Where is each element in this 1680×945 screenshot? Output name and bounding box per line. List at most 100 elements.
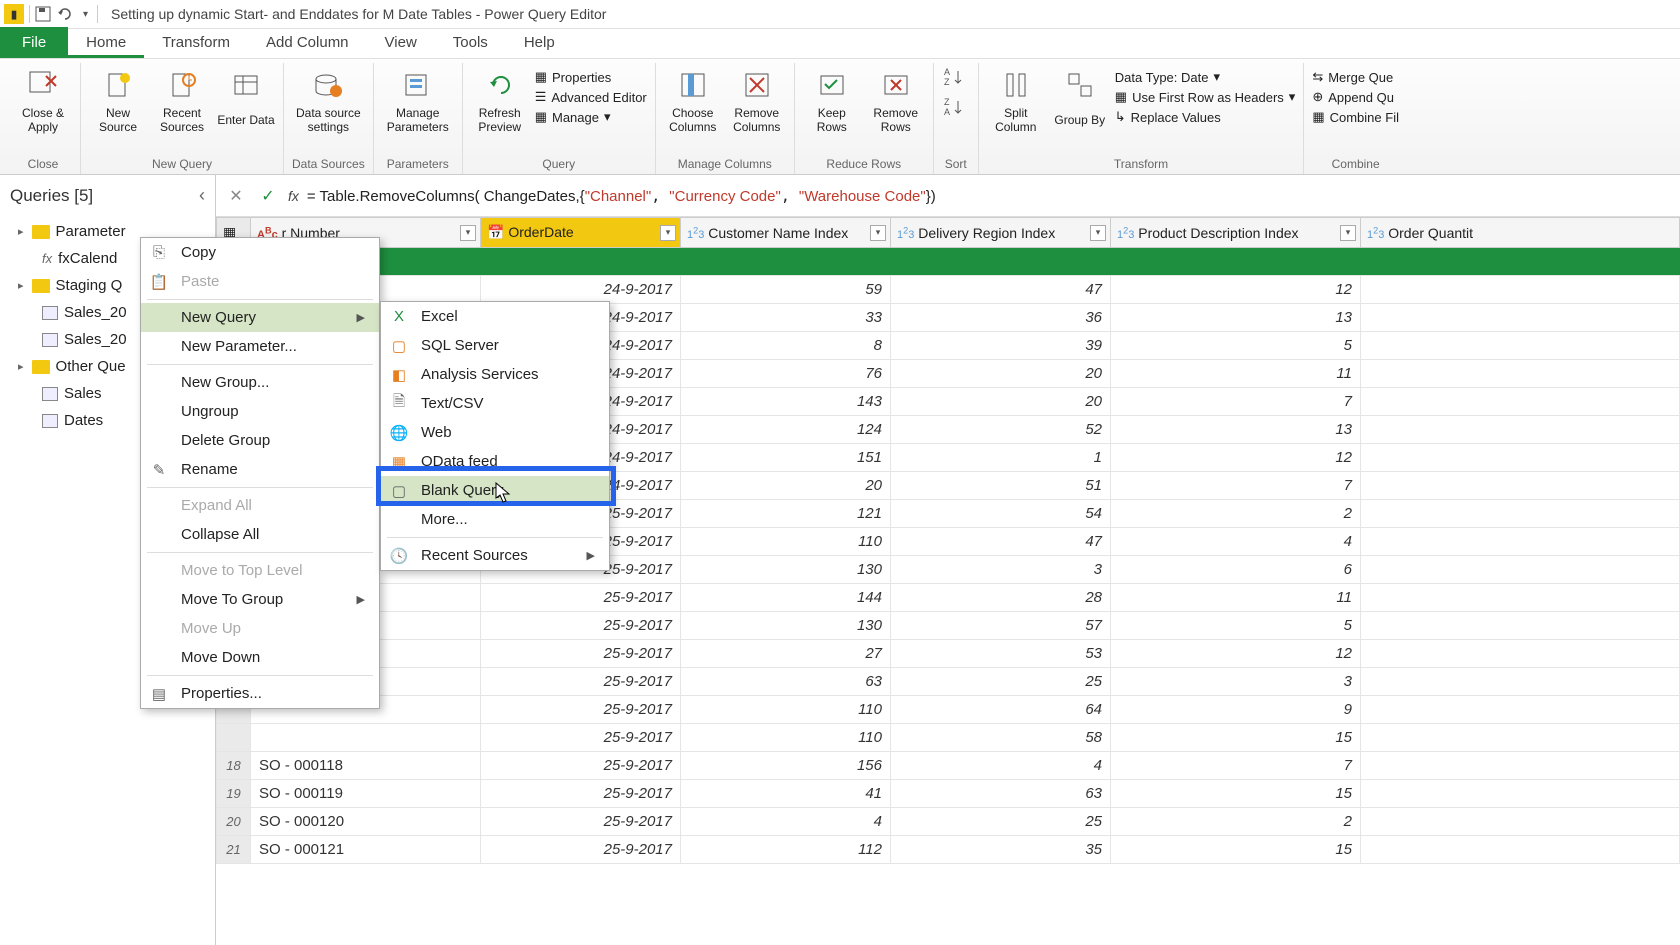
- col-delivery-region-index[interactable]: 123 Delivery Region Index▾: [891, 218, 1111, 248]
- tab-home[interactable]: Home: [68, 27, 144, 58]
- fx-icon[interactable]: fx: [288, 188, 299, 204]
- recent-sources-button[interactable]: Recent Sources: [153, 65, 211, 136]
- choose-columns-button[interactable]: Choose Columns: [664, 65, 722, 136]
- tab-help[interactable]: Help: [506, 27, 573, 58]
- table-row[interactable]: 25-9-2017275312: [217, 640, 1680, 668]
- table-row[interactable]: 20SO - 00012025-9-20174252: [217, 808, 1680, 836]
- formula-text[interactable]: = Table.RemoveColumns( ChangeDates,{"Cha…: [307, 187, 1672, 205]
- ctx-ungroup[interactable]: Ungroup: [141, 397, 379, 426]
- ctx-rename[interactable]: ✎Rename: [141, 455, 379, 484]
- sub-text-csv[interactable]: 🗎Text/CSV: [381, 389, 609, 418]
- sub-sql-server[interactable]: ▢SQL Server: [381, 331, 609, 360]
- tab-transform[interactable]: Transform: [144, 27, 248, 58]
- col-order-date[interactable]: 📅 OrderDate▾: [481, 218, 681, 248]
- col-order-quantity[interactable]: 123 Order Quantit: [1361, 218, 1680, 248]
- ctx-new-parameter[interactable]: New Parameter...: [141, 332, 379, 361]
- sub-recent-sources[interactable]: 🕓Recent Sources▶: [381, 541, 609, 570]
- col-product-description-index[interactable]: 123 Product Description Index▾: [1111, 218, 1361, 248]
- tab-add-column[interactable]: Add Column: [248, 27, 367, 58]
- split-column-button[interactable]: Split Column: [987, 65, 1045, 136]
- group-by-button[interactable]: Group By: [1051, 65, 1109, 136]
- sort-desc-button[interactable]: ZA: [942, 95, 970, 123]
- manage-parameters-button[interactable]: Manage Parameters: [382, 65, 454, 136]
- ctx-copy[interactable]: ⎘Copy: [141, 238, 379, 267]
- replace-values-button[interactable]: ↳Replace Values: [1115, 109, 1296, 125]
- table-row[interactable]: 25-9-20171442811: [217, 584, 1680, 612]
- table-row[interactable]: 25-9-20171105815: [217, 724, 1680, 752]
- copy-icon: ⎘: [149, 244, 169, 261]
- table-row[interactable]: 25-9-201763253: [217, 668, 1680, 696]
- close-apply-button[interactable]: Close & Apply: [14, 65, 72, 136]
- odata-icon: ▦: [389, 453, 409, 471]
- ctx-delete-group[interactable]: Delete Group: [141, 426, 379, 455]
- ribbon: Close & Apply Close New Source Recent So…: [0, 59, 1680, 175]
- table-row[interactable]: 25-9-2017110649: [217, 696, 1680, 724]
- refresh-preview-button[interactable]: Refresh Preview: [471, 65, 529, 136]
- properties-button[interactable]: ▦Properties: [535, 69, 647, 85]
- remove-rows-button[interactable]: Remove Rows: [867, 65, 925, 136]
- context-menu-queries: ⎘Copy 📋Paste New Query▶ New Parameter...…: [140, 237, 380, 709]
- append-icon: ⊕: [1312, 89, 1323, 105]
- ctx-move-up: Move Up: [141, 614, 379, 643]
- group-label-parameters: Parameters: [387, 154, 449, 174]
- ctx-new-query[interactable]: New Query▶: [141, 303, 379, 332]
- keep-rows-button[interactable]: Keep Rows: [803, 65, 861, 136]
- app-icon: ▮: [4, 4, 24, 24]
- recent-icon: 🕓: [389, 547, 409, 565]
- titlebar: ▮ ▾ Setting up dynamic Start- and Enddat…: [0, 0, 1680, 29]
- queries-header-label: Queries [5]: [10, 186, 93, 206]
- new-source-button[interactable]: New Source: [89, 65, 147, 136]
- append-queries-button[interactable]: ⊕Append Qu: [1312, 89, 1399, 105]
- filter-icon[interactable]: ▾: [660, 225, 676, 241]
- cube-icon: ◧: [389, 366, 409, 384]
- ctx-move-to-group[interactable]: Move To Group▶: [141, 585, 379, 614]
- undo-icon[interactable]: [57, 6, 77, 22]
- advanced-editor-button[interactable]: ☰Advanced Editor: [535, 89, 647, 105]
- remove-columns-button[interactable]: Remove Columns: [728, 65, 786, 136]
- col-customer-name-index[interactable]: 123 Customer Name Index▾: [681, 218, 891, 248]
- sub-more[interactable]: More...: [381, 505, 609, 534]
- ctx-new-group[interactable]: New Group...: [141, 368, 379, 397]
- table-row[interactable]: 21SO - 00012125-9-20171123515: [217, 836, 1680, 864]
- manage-button[interactable]: ▦Manage ▾: [535, 109, 647, 125]
- table-row[interactable]: 19SO - 00011925-9-2017416315: [217, 780, 1680, 808]
- data-type-button[interactable]: Data Type: Date ▾: [1115, 69, 1296, 85]
- ctx-move-down[interactable]: Move Down: [141, 643, 379, 672]
- filter-icon[interactable]: ▾: [1090, 225, 1106, 241]
- use-first-row-button[interactable]: ▦Use First Row as Headers ▾: [1115, 89, 1296, 105]
- tab-view[interactable]: View: [367, 27, 435, 58]
- group-label-query: Query: [542, 154, 575, 174]
- accept-formula-icon[interactable]: ✓: [256, 184, 280, 208]
- tab-file[interactable]: File: [0, 27, 68, 58]
- combine-files-button[interactable]: ▦Combine Fil: [1312, 109, 1399, 125]
- sub-analysis-services[interactable]: ◧Analysis Services: [381, 360, 609, 389]
- tab-tools[interactable]: Tools: [435, 27, 506, 58]
- filter-icon[interactable]: ▾: [870, 225, 886, 241]
- sub-excel[interactable]: XExcel: [381, 302, 609, 331]
- save-icon[interactable]: [35, 6, 55, 22]
- sort-asc-button[interactable]: AZ: [942, 65, 970, 93]
- ctx-properties[interactable]: ▤Properties...: [141, 679, 379, 708]
- data-source-settings-button[interactable]: Data source settings: [292, 65, 364, 136]
- svg-text:Z: Z: [944, 97, 950, 107]
- merge-icon: ⇆: [1312, 69, 1323, 85]
- table-row[interactable]: 18SO - 00011825-9-201715647: [217, 752, 1680, 780]
- sub-odata-feed[interactable]: ▦OData feed: [381, 447, 609, 476]
- enter-data-button[interactable]: Enter Data: [217, 65, 275, 136]
- filter-icon[interactable]: ▾: [460, 225, 476, 241]
- filter-icon[interactable]: ▾: [1340, 225, 1356, 241]
- ctx-expand-all: Expand All: [141, 491, 379, 520]
- cancel-formula-icon[interactable]: ✕: [224, 184, 248, 208]
- group-label-close: Close: [28, 154, 59, 174]
- replace-icon: ↳: [1115, 109, 1126, 125]
- mouse-cursor: [495, 482, 513, 504]
- quick-access-toolbar: ▮ ▾: [4, 4, 101, 24]
- table-row[interactable]: 24-9-2017594712: [217, 276, 1680, 304]
- table-row[interactable]: 25-9-2017130575: [217, 612, 1680, 640]
- collapse-panel-icon[interactable]: ‹: [199, 185, 205, 206]
- dropdown-icon[interactable]: ▾: [79, 9, 92, 20]
- sub-web[interactable]: 🌐Web: [381, 418, 609, 447]
- merge-queries-button[interactable]: ⇆Merge Que: [1312, 69, 1399, 85]
- window-title: Setting up dynamic Start- and Enddates f…: [111, 6, 606, 22]
- ctx-collapse-all[interactable]: Collapse All: [141, 520, 379, 549]
